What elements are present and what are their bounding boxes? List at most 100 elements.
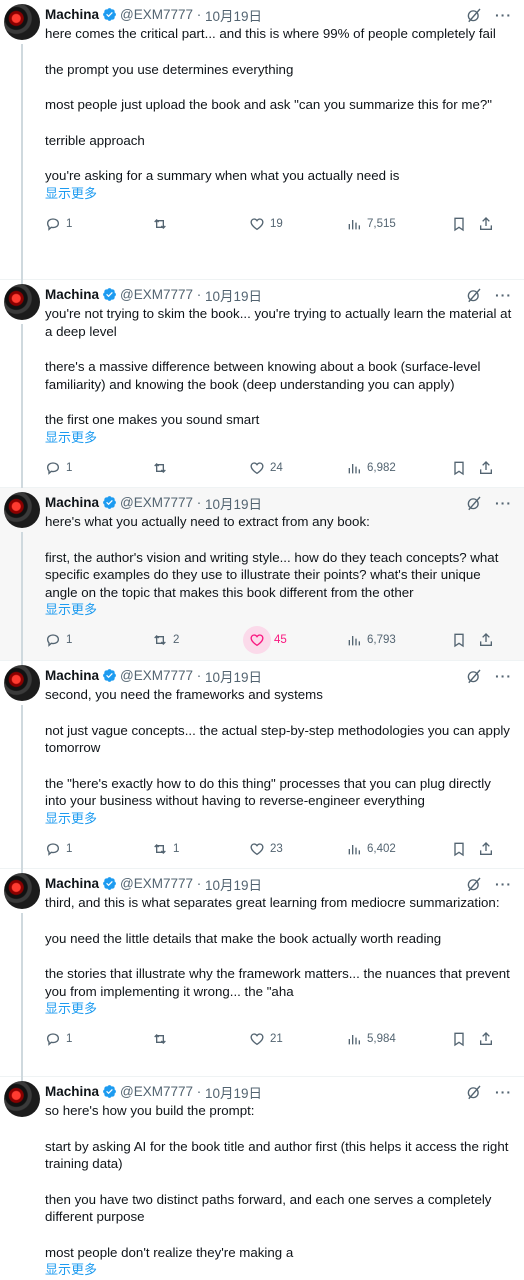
avatar[interactable] xyxy=(4,284,40,320)
tweet-date[interactable]: 10月19日 xyxy=(205,666,262,686)
separator-dot: · xyxy=(193,668,206,683)
share-icon xyxy=(480,460,492,474)
separator-dot: · xyxy=(193,495,206,510)
separator-dot: · xyxy=(193,7,206,22)
retweet-button[interactable] xyxy=(152,460,249,476)
show-more-link[interactable]: 显示更多 xyxy=(45,601,512,618)
tweet[interactable]: Machina @EXM7777 · 10月19日 ··· here's wha… xyxy=(0,488,524,666)
reply-button[interactable]: 1 xyxy=(45,632,152,648)
like-button[interactable]: 19 xyxy=(249,216,346,232)
tweet-paragraph: terrible approach xyxy=(45,132,145,148)
tweet[interactable]: Machina @EXM7777 · 10月19日 ··· third, and… xyxy=(0,869,524,1082)
bookmark-button[interactable] xyxy=(451,632,478,648)
views-button[interactable]: 6,982 xyxy=(346,460,451,476)
views-button[interactable]: 6,402 xyxy=(346,841,451,857)
avatar[interactable] xyxy=(4,4,40,40)
reply-button[interactable]: 1 xyxy=(45,841,152,857)
author-name[interactable]: Machina xyxy=(45,668,99,683)
reply-count: 1 xyxy=(66,842,73,855)
tweet-paragraph: so here's how you build the prompt: xyxy=(45,1103,255,1118)
more-options-icon[interactable]: ··· xyxy=(495,7,512,23)
share-icon xyxy=(480,1032,492,1045)
author-name[interactable]: Machina xyxy=(45,1084,99,1099)
views-bar-chart-icon xyxy=(348,463,360,473)
view-count: 6,982 xyxy=(367,461,396,474)
tweet-date[interactable]: 10月19日 xyxy=(205,1082,262,1102)
share-button[interactable] xyxy=(478,460,494,476)
like-button[interactable]: 23 xyxy=(249,841,346,857)
reply-button[interactable]: 1 xyxy=(45,460,152,476)
view-count: 6,402 xyxy=(367,842,396,855)
more-options-icon[interactable]: ··· xyxy=(495,495,512,511)
tweet-paragraph: you're asking for a summary when what yo… xyxy=(45,168,400,183)
show-more-link[interactable]: 显示更多 xyxy=(45,429,512,446)
show-more-link[interactable]: 显示更多 xyxy=(45,185,512,202)
bookmark-button[interactable] xyxy=(451,460,478,476)
author-handle[interactable]: @EXM7777 xyxy=(120,1084,193,1099)
author-handle[interactable]: @EXM7777 xyxy=(120,287,193,302)
author-handle[interactable]: @EXM7777 xyxy=(120,668,193,683)
reply-button[interactable]: 1 xyxy=(45,1031,152,1047)
author-handle[interactable]: @EXM7777 xyxy=(120,495,193,510)
views-button[interactable]: 7,515 xyxy=(346,216,451,232)
views-bar-chart-icon xyxy=(348,1035,360,1045)
views-button[interactable]: 6,793 xyxy=(346,632,451,648)
bookmark-icon xyxy=(454,633,464,648)
verified-badge-icon xyxy=(102,1084,117,1099)
retweet-button[interactable] xyxy=(152,216,249,232)
tweet[interactable]: Machina @EXM7777 · 10月19日 ··· here comes… xyxy=(0,0,524,285)
tweet-date[interactable]: 10月19日 xyxy=(205,5,262,25)
more-options-icon[interactable]: ··· xyxy=(495,668,512,684)
grok-icon[interactable] xyxy=(465,667,483,685)
author-name[interactable]: Machina xyxy=(45,7,99,22)
more-options-icon[interactable]: ··· xyxy=(495,1084,512,1100)
grok-icon[interactable] xyxy=(465,286,483,304)
views-button[interactable]: 5,984 xyxy=(346,1031,451,1047)
avatar[interactable] xyxy=(4,665,40,701)
like-button[interactable]: 21 xyxy=(249,1031,346,1047)
more-options-icon[interactable]: ··· xyxy=(495,287,512,303)
author-name[interactable]: Machina xyxy=(45,495,99,510)
tweet[interactable]: Machina @EXM7777 · 10月19日 ··· second, yo… xyxy=(0,661,524,874)
tweet-paragraph: start by asking AI for the book title an… xyxy=(45,1138,509,1172)
tweet-date[interactable]: 10月19日 xyxy=(205,493,262,513)
share-button[interactable] xyxy=(478,841,494,857)
avatar[interactable] xyxy=(4,873,40,909)
tweet-date[interactable]: 10月19日 xyxy=(205,285,262,305)
retweet-button[interactable]: 2 xyxy=(152,632,249,648)
retweet-button[interactable] xyxy=(152,1031,249,1047)
avatar[interactable] xyxy=(4,492,40,528)
tweet[interactable]: Machina @EXM7777 · 10月19日 ··· so here's … xyxy=(0,1077,524,1280)
separator-dot: · xyxy=(193,1084,206,1099)
author-handle[interactable]: @EXM7777 xyxy=(120,7,193,22)
retweet-icon xyxy=(154,462,166,473)
share-button[interactable] xyxy=(478,632,494,648)
retweet-icon xyxy=(154,635,166,645)
share-icon xyxy=(480,633,492,646)
bookmark-button[interactable] xyxy=(451,1031,478,1047)
grok-icon[interactable] xyxy=(465,1083,483,1101)
author-name[interactable]: Machina xyxy=(45,287,99,302)
like-button[interactable]: 24 xyxy=(249,460,346,476)
grok-icon[interactable] xyxy=(465,6,483,24)
bookmark-button[interactable] xyxy=(451,841,478,857)
bookmark-button[interactable] xyxy=(451,216,478,232)
tweet-paragraph: first, the author's vision and writing s… xyxy=(45,549,499,600)
tweet[interactable]: Machina @EXM7777 · 10月19日 ··· you're not… xyxy=(0,280,524,493)
show-more-link[interactable]: 显示更多 xyxy=(45,810,512,827)
retweet-button[interactable]: 1 xyxy=(152,841,249,857)
tweet-date[interactable]: 10月19日 xyxy=(205,874,262,894)
more-options-icon[interactable]: ··· xyxy=(495,876,512,892)
share-button[interactable] xyxy=(478,216,494,232)
author-handle[interactable]: @EXM7777 xyxy=(120,876,193,891)
grok-icon[interactable] xyxy=(465,875,483,893)
share-button[interactable] xyxy=(478,1031,494,1047)
avatar[interactable] xyxy=(4,1081,40,1117)
show-more-link[interactable]: 显示更多 xyxy=(45,1000,512,1017)
reply-button[interactable]: 1 xyxy=(45,216,152,232)
author-name[interactable]: Machina xyxy=(45,876,99,891)
tweet-paragraph: the first one makes you sound smart xyxy=(45,412,260,427)
like-button[interactable]: 45 xyxy=(243,626,346,654)
show-more-link[interactable]: 显示更多 xyxy=(45,1261,512,1278)
grok-icon[interactable] xyxy=(465,494,483,512)
